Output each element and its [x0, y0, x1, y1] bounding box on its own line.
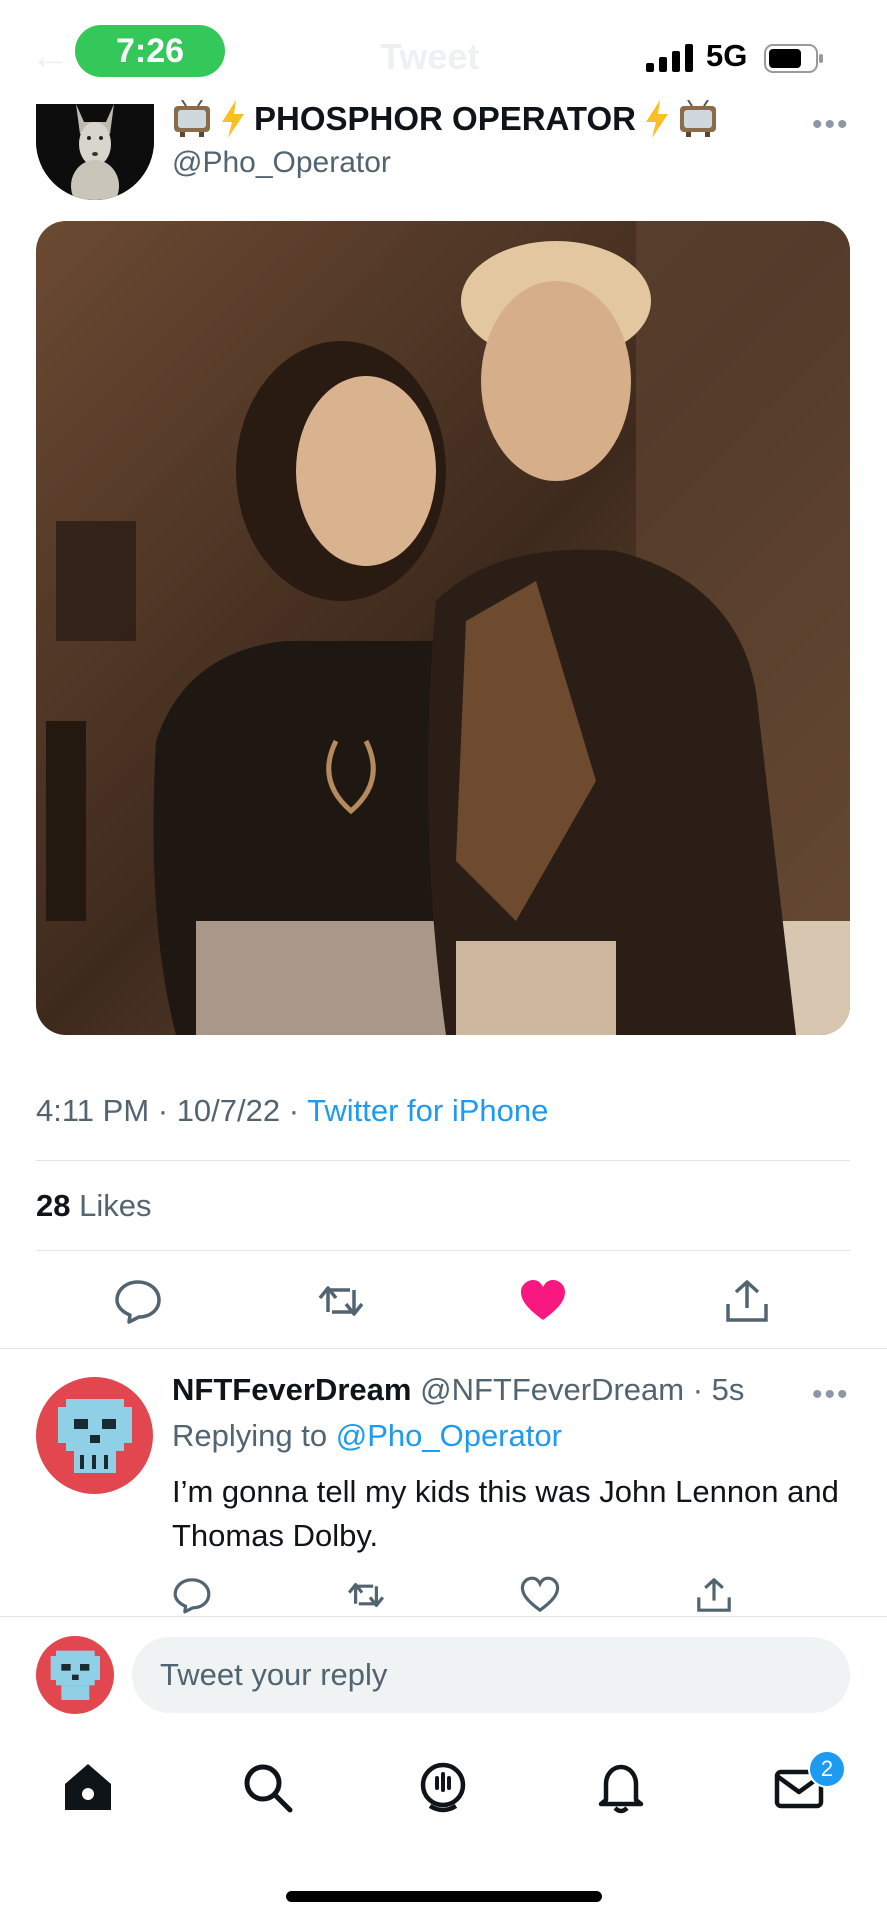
replying-mention[interactable]: @Pho_Operator: [336, 1418, 562, 1453]
reply-icon[interactable]: [172, 1576, 212, 1614]
lightning-icon: [646, 100, 668, 138]
reply-more-icon[interactable]: •••: [812, 1378, 850, 1412]
reply-input[interactable]: [132, 1637, 850, 1713]
more-options-icon[interactable]: •••: [812, 108, 850, 142]
retweet-icon[interactable]: [346, 1576, 386, 1614]
divider: [36, 1250, 850, 1251]
author-handle[interactable]: @Pho_Operator: [172, 146, 391, 180]
tweet-timestamp: 4:11 PM · 10/7/22 · Twitter for iPhone: [36, 1093, 548, 1129]
nav-title: Tweet: [380, 36, 480, 77]
spaces-icon[interactable]: [416, 1760, 470, 1814]
share-icon[interactable]: [694, 1576, 734, 1614]
notifications-bell-icon[interactable]: [594, 1760, 648, 1814]
retweet-icon[interactable]: [316, 1278, 366, 1324]
search-icon[interactable]: [240, 1760, 294, 1814]
reply-text: I’m gonna tell my kids this was John Len…: [172, 1474, 839, 1553]
skull-avatar-image: [58, 1399, 132, 1473]
tv-icon: [680, 100, 716, 137]
reply-icon[interactable]: [113, 1278, 163, 1324]
photo-image: [36, 221, 850, 1035]
heart-icon[interactable]: [518, 1278, 568, 1324]
tweet-source-link[interactable]: Twitter for iPhone: [307, 1093, 548, 1128]
status-time: 7:26: [75, 25, 225, 77]
replying-to: Replying to @Pho_Operator: [172, 1418, 562, 1454]
home-indicator: [286, 1891, 602, 1902]
share-icon[interactable]: [722, 1278, 772, 1324]
network-type: 5G: [706, 38, 748, 73]
divider: [0, 1616, 887, 1617]
tv-icon: [174, 100, 210, 137]
likes-number: 28: [36, 1188, 71, 1223]
reply-author-avatar[interactable]: [36, 1377, 153, 1494]
divider: [36, 1160, 850, 1161]
replying-prefix: Replying to: [172, 1418, 336, 1453]
lightning-icon: [222, 100, 244, 138]
heart-icon[interactable]: [520, 1576, 560, 1614]
signal-icon: [646, 44, 693, 72]
divider: [0, 1348, 887, 1349]
likes-label: Likes: [70, 1188, 152, 1223]
reply-handle-time: @NFTFeverDream · 5s: [411, 1372, 745, 1407]
author-display-name[interactable]: PHOSPHOR OPERATOR: [172, 100, 718, 138]
timestamp-text: 4:11 PM · 10/7/22 ·: [36, 1093, 308, 1128]
messages-badge: 2: [808, 1750, 846, 1788]
author-name-text: PHOSPHOR OPERATOR: [254, 100, 636, 137]
tweet-photo[interactable]: [36, 221, 850, 1035]
back-arrow-icon[interactable]: ←: [30, 34, 70, 79]
author-avatar[interactable]: [36, 104, 154, 200]
wolf-avatar-image: [36, 104, 154, 200]
skull-avatar-image: [50, 1650, 100, 1700]
reply-header: NFTFeverDream @NFTFeverDream · 5s: [172, 1372, 744, 1408]
home-icon[interactable]: [61, 1760, 115, 1814]
likes-count[interactable]: 28 Likes: [36, 1188, 151, 1224]
composer-avatar[interactable]: [36, 1636, 114, 1714]
battery-icon: [764, 44, 823, 73]
reply-author-name[interactable]: NFTFeverDream: [172, 1372, 411, 1407]
